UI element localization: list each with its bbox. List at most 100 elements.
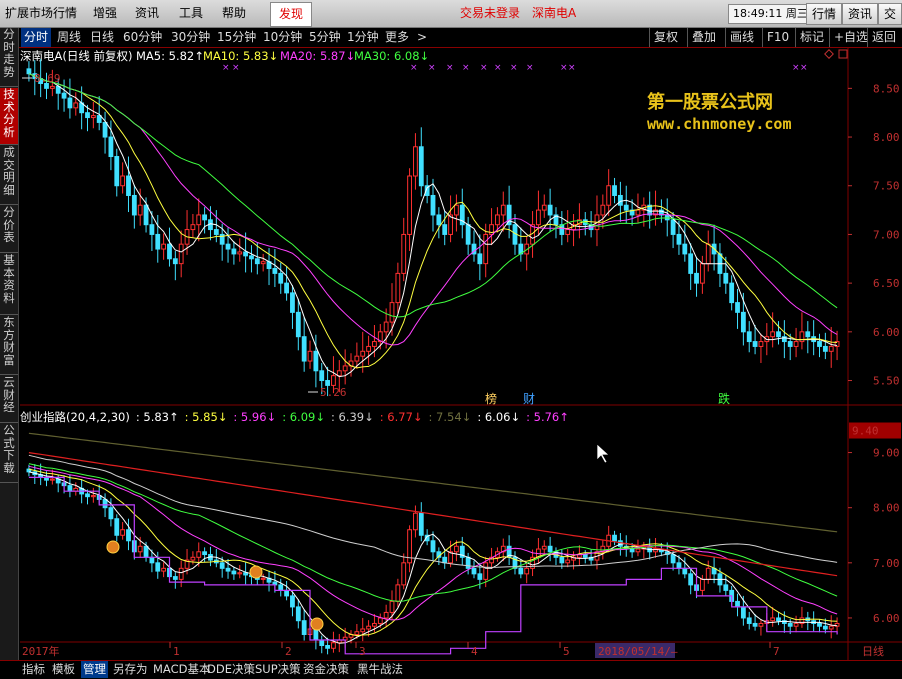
candle-body: [360, 628, 366, 633]
candle-body: [389, 600, 395, 613]
main-axis-label: 7.00: [873, 228, 900, 241]
candle-body: [729, 282, 735, 304]
candle-body: [436, 214, 442, 226]
bottom-tab-manage[interactable]: 管理: [81, 661, 108, 678]
bottom-tab-dde[interactable]: DDE决策: [205, 661, 257, 678]
bottom-tab-template[interactable]: 模板: [50, 661, 77, 678]
candle-body: [143, 204, 149, 226]
candle-body: [49, 85, 55, 89]
bottom-tab-macd[interactable]: MACD基本: [151, 661, 212, 678]
top-mark-icon: ×: [222, 63, 230, 73]
candle-body: [401, 562, 407, 586]
candle-body: [178, 243, 184, 265]
candle-body: [418, 146, 424, 187]
candle-body: [366, 345, 371, 352]
candle-body: [372, 622, 377, 627]
candle-body: [817, 341, 822, 347]
candle-body: [313, 628, 319, 641]
top-mark-icon: ×: [526, 63, 534, 73]
top-mark-icon: ×: [428, 63, 436, 73]
candle-body: [793, 341, 799, 347]
candle-body: [805, 331, 811, 338]
month-label: 4: [471, 645, 478, 658]
candle-body: [190, 224, 196, 231]
candle-body: [67, 485, 73, 492]
ind-axis-label: 6.00: [873, 612, 900, 625]
main-axis-label: 8.50: [873, 82, 900, 95]
main-axis-label: 5.50: [873, 375, 900, 388]
period-label: 日线: [862, 644, 884, 658]
candle-body: [723, 272, 729, 284]
candle-body: [225, 243, 231, 250]
candle-body: [822, 625, 828, 630]
candle-body: [360, 350, 366, 357]
bottom-tab-indicator[interactable]: 指标: [20, 661, 47, 678]
candle-body: [319, 370, 325, 382]
candle-body: [454, 545, 459, 553]
candle-body: [126, 529, 131, 542]
candle-body: [442, 224, 448, 235]
bottom-tab-sup[interactable]: SUP决策: [253, 661, 303, 678]
candle-body: [85, 112, 90, 119]
month-label: 3: [359, 645, 366, 658]
candle-body: [301, 620, 307, 635]
candle-body: [219, 562, 225, 569]
ind-axis-label: 8.00: [873, 502, 900, 515]
chart-area[interactable]: 8.50 8.00 7.50 7.00 6.50 6.00 5.50 9.00 8.00 7.00…: [0, 0, 902, 678]
candle-body: [735, 600, 740, 608]
candle-body: [96, 115, 102, 123]
candle-body: [518, 567, 524, 575]
bottom-tab-black-bull[interactable]: 黑牛战法: [355, 661, 405, 678]
candle-body: [612, 534, 617, 542]
candle-body: [465, 224, 471, 245]
candle-body: [85, 493, 90, 498]
candle-body: [752, 622, 758, 627]
candle-body: [395, 584, 401, 602]
event-marker-bang: 榜: [485, 391, 497, 406]
main-axis-label: 8.00: [873, 131, 900, 144]
candle-body: [254, 258, 260, 265]
event-marker-cai: 财: [523, 392, 535, 406]
candle-body: [465, 556, 471, 569]
buy-signal-icon: [249, 565, 263, 579]
candle-body: [190, 556, 196, 561]
candle-body: [196, 214, 202, 226]
event-marker-die: 跌: [718, 391, 730, 406]
candle-body: [541, 545, 547, 550]
candle-body: [225, 567, 231, 572]
top-mark-icon: ×: [800, 63, 808, 73]
candle-body: [793, 622, 799, 627]
candle-body: [161, 567, 167, 572]
candle-body: [126, 175, 131, 196]
candle-body: [143, 545, 149, 558]
month-label: 7: [773, 645, 780, 658]
candle-body: [149, 556, 155, 564]
bottom-tab-fund[interactable]: 资金决策: [301, 661, 351, 678]
candle-body: [688, 253, 694, 274]
month-label: 1: [173, 645, 180, 658]
candle-body: [383, 611, 389, 619]
candle-body: [430, 540, 436, 553]
candle-body: [137, 204, 143, 216]
time-axis-year: 2017年: [22, 644, 60, 658]
buy-signal-icon: [310, 617, 324, 631]
candle-body: [723, 584, 729, 591]
candle-body: [313, 350, 319, 372]
candles-main: [26, 59, 840, 397]
candle-body: [828, 345, 834, 352]
candle-body: [278, 584, 284, 591]
candles-indicator: [26, 463, 840, 655]
candle-body: [108, 507, 114, 520]
candle-body: [483, 233, 489, 265]
candle-body: [670, 219, 676, 235]
candle-body: [547, 545, 553, 553]
candle-body: [817, 622, 822, 627]
diamond-icon: [824, 49, 834, 59]
candle-body: [746, 617, 752, 624]
candle-body: [114, 156, 120, 187]
bottom-tab-save-as[interactable]: 另存为: [111, 661, 150, 678]
candle-body: [395, 272, 401, 304]
candle-body: [682, 243, 688, 255]
month-label: 2: [285, 645, 292, 658]
candle-body: [172, 576, 178, 580]
